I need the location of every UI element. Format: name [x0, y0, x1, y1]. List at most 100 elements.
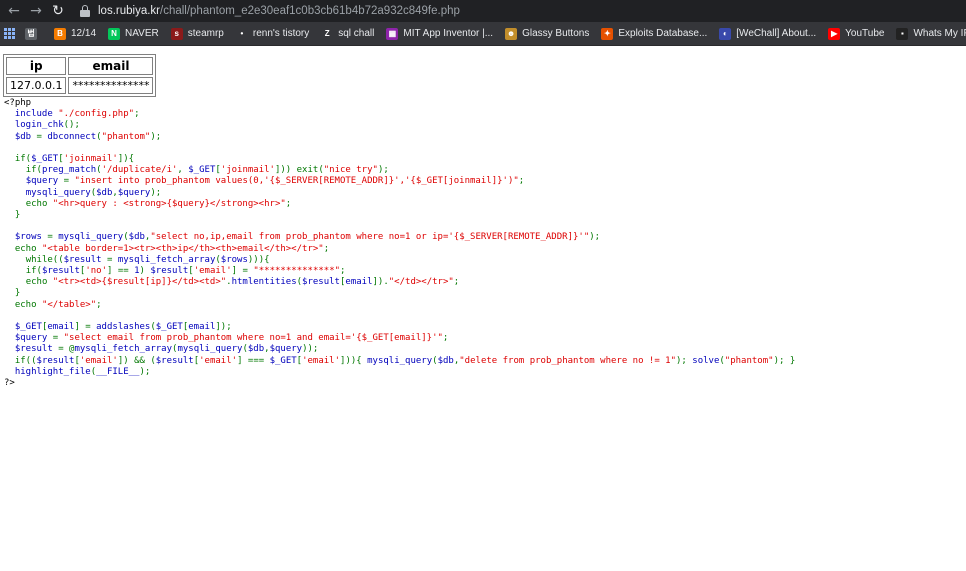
code-token: "<table border=1><tr><th>ip</th><th>emai… [41, 243, 324, 254]
code-token: include [14, 109, 59, 120]
reload-icon[interactable]: ↻ [50, 3, 66, 19]
bookmark-item[interactable]: ▦ MIT App Inventor |... [380, 24, 499, 44]
code-token: email [47, 322, 75, 333]
code-token: ; [323, 243, 330, 254]
code-token: = @ [58, 344, 75, 355]
code-token: $db [96, 187, 113, 198]
code-token: __FILE__ [96, 366, 140, 377]
code-token: (); [63, 120, 80, 131]
code-token: 'no' [85, 266, 107, 277]
bookmark-label: Exploits Database... [618, 28, 708, 39]
result-table: ip email 127.0.0.1 ************** [3, 54, 157, 97]
code-token: } [14, 288, 21, 299]
bookmark-item[interactable]: • renn's tistory [230, 24, 315, 44]
bookmark-item[interactable]: ▶ YouTube [822, 24, 890, 44]
code-token: $rows [220, 254, 248, 265]
code-token: mysqli_query [25, 187, 91, 198]
blogger-icon: B [54, 27, 66, 40]
lock-icon[interactable] [80, 5, 90, 17]
code-token: '/duplicate/i' [101, 165, 178, 176]
forward-arrow-icon[interactable]: → [28, 3, 44, 19]
bookmark-item[interactable]: ☻ Glassy Buttons [499, 24, 595, 44]
code-token: dbconnect [47, 131, 97, 142]
code-token: $_GET [155, 322, 183, 333]
code-token: ); [589, 232, 601, 243]
code-token: highlight_file [14, 366, 91, 377]
table-header-ip: ip [6, 57, 67, 75]
code-token: ); [377, 165, 389, 176]
code-token: mysqli_query [177, 344, 243, 355]
page-content: ip email 127.0.0.1 ************** <?php … [0, 47, 966, 571]
code-token: ])){ [340, 355, 368, 366]
table-row: 127.0.0.1 ************** [6, 77, 154, 94]
code-token: ); [676, 355, 693, 366]
code-line: echo "<table border=1><tr><th>ip</th><th… [4, 244, 329, 254]
bookmark-label: YouTube [845, 28, 885, 39]
code-token: $query [117, 187, 151, 198]
code-token: $result [155, 355, 194, 366]
code-token: "<tr><td>{$result[ip]}</td><td>" [52, 277, 227, 288]
apps-grid-icon[interactable] [4, 28, 15, 39]
code-token: $result [36, 355, 75, 366]
code-token: 'email' [302, 355, 341, 366]
bookmark-item[interactable]: N NAVER [102, 24, 165, 44]
bookmark-item[interactable]: B 12/14 [48, 24, 102, 44]
code-token: = [36, 131, 48, 142]
bookmarks-bar: 법 B 12/14 N NAVER s steamrp • renn's tistory Zsql… [0, 22, 966, 46]
bookmark-item[interactable]: s steamrp [165, 24, 230, 44]
bookmark-label: [WeChall] About... [736, 28, 817, 39]
code-token: "phantom" [724, 355, 774, 366]
code-token: "insert into prob_phantom values(0,'{$_S… [74, 176, 519, 187]
code-token: $result [150, 266, 189, 277]
bookmark-label: renn's tistory [252, 28, 310, 39]
code-line: $query = "select email from prob_phantom… [4, 333, 449, 343]
code-token: $result [302, 277, 340, 288]
code-token: "./config.php" [58, 109, 135, 120]
url-host: los.rubiya.kr [98, 5, 160, 17]
bookmark-item[interactable]: 법 [19, 24, 48, 44]
back-arrow-icon[interactable]: ← [6, 3, 22, 19]
code-token: if( [25, 165, 42, 176]
code-line: login_chk(); [4, 120, 80, 130]
code-token: ]) && ( [117, 355, 156, 366]
bookmark-label: sql chall [338, 28, 375, 39]
code-token: $db [14, 131, 37, 142]
code-token: ; [518, 176, 525, 187]
code-token: preg_match [41, 165, 97, 176]
code-token: } [14, 210, 21, 221]
code-token: , [177, 165, 189, 176]
code-token: "phantom" [101, 131, 151, 142]
code-line: echo "</table>"; [4, 300, 102, 310]
app-inventor-icon: ▦ [386, 27, 399, 40]
steam-icon: s [170, 27, 183, 40]
code-line: if($result['no'] == 1) $result['email'] … [4, 266, 346, 277]
code-token: "</table>" [41, 299, 97, 310]
code-token: email [188, 322, 216, 333]
code-line: $query = "insert into prob_phantom value… [4, 176, 525, 187]
bookmark-item[interactable]: ✦ Exploits Database... [595, 24, 713, 44]
code-token: "**************" [253, 266, 341, 277]
bookmark-item[interactable]: ▪ Whats My IP Addr... [890, 24, 966, 44]
bookmark-item[interactable]: ◐ [WeChall] About... [713, 24, 822, 44]
address-bar[interactable]: los.rubiya.kr/chall/phantom_e2e30eaf1c0b… [98, 5, 460, 17]
whatsmyip-icon: ▪ [896, 27, 909, 40]
code-token: ; [134, 109, 140, 120]
code-token: $query [25, 176, 64, 187]
code-token: login_chk [14, 120, 64, 131]
code-token: mysqli_query [367, 355, 433, 366]
code-token: $_GET [269, 355, 297, 366]
bookmark-item[interactable]: Zsql chall [315, 24, 380, 44]
php-source-code: <?php include "./config.php"; login_chk(… [4, 98, 795, 389]
code-token: "delete from prob_phantom where no != 1" [459, 355, 677, 366]
code-token: 'email' [193, 266, 232, 277]
code-token: $db [437, 355, 454, 366]
